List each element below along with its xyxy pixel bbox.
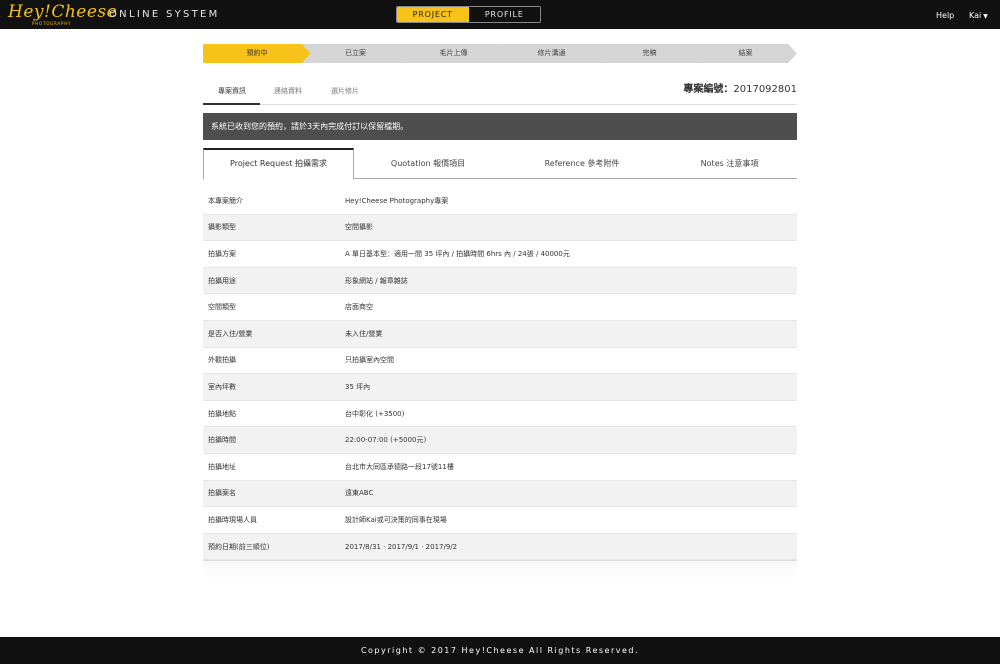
logo-subtext: PHOTOGRAPHY [32, 21, 72, 26]
tab-quotation[interactable]: Quotation 報價項目 [354, 148, 502, 179]
row-value: 35 坪內 [345, 382, 371, 391]
notice-banner: 系統已收到您的預約，請於3天內完成付訂以保留檔期。 [203, 113, 797, 140]
row-value: 台北市大同區承德路一段17號11樓 [345, 462, 454, 471]
system-name: ONLINE SYSTEM [109, 9, 220, 20]
row-value: 設計師Kai或可決策的同事在現場 [345, 515, 447, 524]
top-navbar: Hey!Cheese PHOTOGRAPHY ONLINE SYSTEM PRO… [0, 0, 1000, 29]
row-label: 室內坪數 [208, 382, 236, 391]
row-label: 拍攝地點 [208, 409, 236, 418]
step-4: 修片溝通 [498, 44, 605, 63]
main-tabs: Project Request 拍攝需求 Quotation 報價項目 Refe… [203, 148, 797, 180]
row-label: 本專案簡介 [208, 196, 243, 205]
progress-steps: 預約中 已立案 毛片上傳 修片溝通 完稿 結案 [203, 44, 797, 63]
row-value: 22:00-07:00 (+5000元) [345, 436, 427, 445]
tab-project-request[interactable]: Project Request 拍攝需求 [203, 148, 354, 180]
subtab-contact-info[interactable]: 連絡資料 [274, 86, 302, 96]
help-link[interactable]: Help [936, 11, 954, 21]
case-number-value: 2017092801 [733, 84, 797, 95]
table-row: 是否入住/營業 未入住/營業 [203, 320, 797, 348]
brand-logo[interactable]: Hey!Cheese PHOTOGRAPHY [8, 2, 117, 27]
table-row: 空間類型 店面商空 [203, 294, 797, 321]
table-row: 室內坪數 35 坪內 [203, 374, 797, 401]
row-label: 拍攝方案 [208, 249, 236, 258]
row-value: 遠東ABC [345, 489, 374, 498]
subtab-project-info[interactable]: 專案資訊 [218, 86, 246, 96]
table-row: 拍攝方案 A 單日基本型：適用一間 35 坪內 / 拍攝時間 6hrs 內 / 2… [203, 241, 797, 268]
logo-text: Hey!Cheese [8, 2, 118, 22]
case-number: 專案編號：2017092801 [683, 83, 797, 96]
tab-profile[interactable]: PROFILE [468, 7, 540, 22]
row-label: 拍攝地址 [208, 462, 236, 471]
footer-copyright: Copyright © 2017 Hey!Cheese All Rights R… [0, 637, 1000, 664]
tab-project[interactable]: PROJECT [397, 7, 469, 22]
table-row: 拍攝時現場人員 設計師Kai或可決策的同事在現場 [203, 507, 797, 534]
row-value: 台中彰化 (+3500) [345, 409, 405, 418]
row-value: 2017/8/31 · 2017/9/1 · 2017/9/2 [345, 542, 458, 551]
tab-reference[interactable]: Reference 參考附件 [502, 148, 662, 179]
table-row: 拍攝地址 台北市大同區承德路一段17號11樓 [203, 454, 797, 481]
row-value: Hey!Cheese Photography專案 [345, 196, 449, 205]
table-row: 外觀拍攝 只拍攝室內空間 [203, 348, 797, 375]
table-row: 拍攝地點 台中彰化 (+3500) [203, 401, 797, 428]
subtab-photo-select[interactable]: 選片修片 [331, 86, 359, 96]
step-5: 完稿 [596, 44, 703, 63]
step-3: 毛片上傳 [400, 44, 507, 63]
caret-down-icon: ▼ [983, 13, 988, 20]
table-row: 拍攝案名 遠東ABC [203, 480, 797, 508]
user-menu[interactable]: Kai ▼ [969, 11, 988, 22]
row-value: A 單日基本型：適用一間 35 坪內 / 拍攝時間 6hrs 內 / 24張 /… [345, 249, 570, 258]
row-label: 拍攝時現場人員 [208, 515, 257, 524]
table-bottom-border [203, 560, 797, 581]
step-6: 結案 [694, 44, 797, 63]
table-row: 拍攝時間 22:00-07:00 (+5000元) [203, 427, 797, 454]
project-details-table: 本專案簡介 Hey!Cheese Photography專案攝影類型 空間攝影拍攝方… [203, 188, 797, 581]
step-2: 已立案 [302, 44, 409, 63]
tab-notes[interactable]: Notes 注意事項 [662, 148, 797, 179]
row-label: 空間類型 [208, 303, 236, 312]
user-name: Kai [969, 11, 982, 20]
row-value: 空間攝影 [345, 223, 373, 232]
table-row: 本專案簡介 Hey!Cheese Photography專案 [203, 188, 797, 215]
row-value: 店面商空 [345, 303, 373, 312]
top-tab-switch: PROJECT PROFILE [396, 6, 541, 23]
table-row: 預約日期(前三順位) 2017/8/31 · 2017/9/1 · 2017/9/… [203, 533, 797, 561]
step-1: 預約中 [203, 44, 311, 63]
active-subtab-indicator [203, 103, 260, 105]
row-value: 未入住/營業 [345, 329, 383, 338]
row-value: 只拍攝室內空間 [345, 356, 394, 365]
sub-tabs: 專案資訊 連絡資料 選片修片 專案編號：2017092801 [203, 80, 797, 105]
table-row: 攝影類型 空間攝影 [203, 214, 797, 242]
row-label: 拍攝案名 [208, 489, 236, 498]
table-row: 拍攝用途 形象網站 / 報章雜誌 [203, 267, 797, 295]
row-label: 是否入住/營業 [208, 329, 253, 338]
row-label: 攝影類型 [208, 223, 236, 232]
row-label: 預約日期(前三順位) [208, 542, 270, 551]
case-number-label: 專案編號： [683, 84, 734, 95]
row-label: 拍攝時間 [208, 436, 236, 445]
row-label: 拍攝用途 [208, 276, 236, 285]
row-value: 形象網站 / 報章雜誌 [345, 276, 408, 285]
row-label: 外觀拍攝 [208, 356, 236, 365]
